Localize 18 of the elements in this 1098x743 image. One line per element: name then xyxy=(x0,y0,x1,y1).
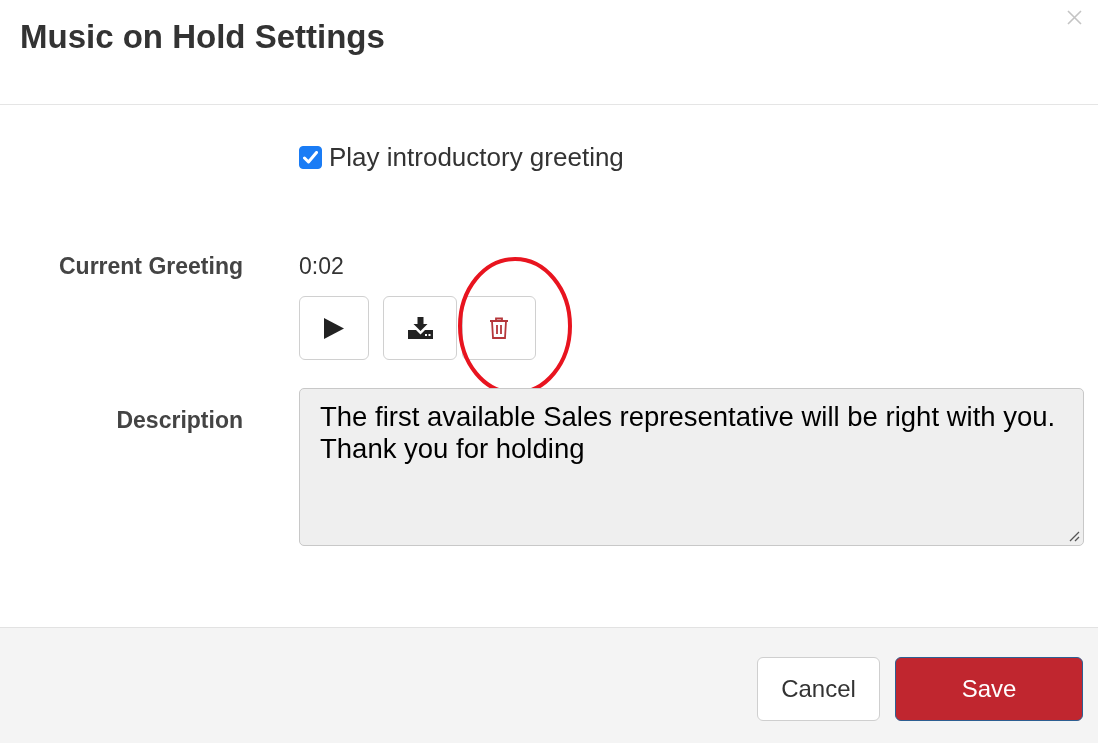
checkmark-icon xyxy=(303,150,318,164)
checkbox-label: Play introductory greeting xyxy=(329,142,624,172)
trash-icon xyxy=(489,317,509,339)
play-button[interactable] xyxy=(299,296,369,360)
duration-text: 0:02 xyxy=(299,252,344,280)
download-button[interactable] xyxy=(383,296,457,360)
close-icon xyxy=(1066,9,1082,25)
description-field[interactable]: The first available Sales representative will be right with you. Thank you for holding xyxy=(299,388,1084,546)
checkbox[interactable] xyxy=(299,145,322,169)
field-label: Current Greeting xyxy=(58,252,243,280)
dialog-title: Music on Hold Settings xyxy=(20,17,385,57)
delete-button[interactable] xyxy=(462,296,536,360)
save-button[interactable]: Save xyxy=(895,657,1083,721)
resize-grip-icon xyxy=(1069,531,1080,542)
download-icon xyxy=(407,317,433,339)
play-icon xyxy=(324,317,344,339)
cancel-button[interactable]: Cancel xyxy=(757,657,880,721)
field-label: Description xyxy=(116,406,243,434)
